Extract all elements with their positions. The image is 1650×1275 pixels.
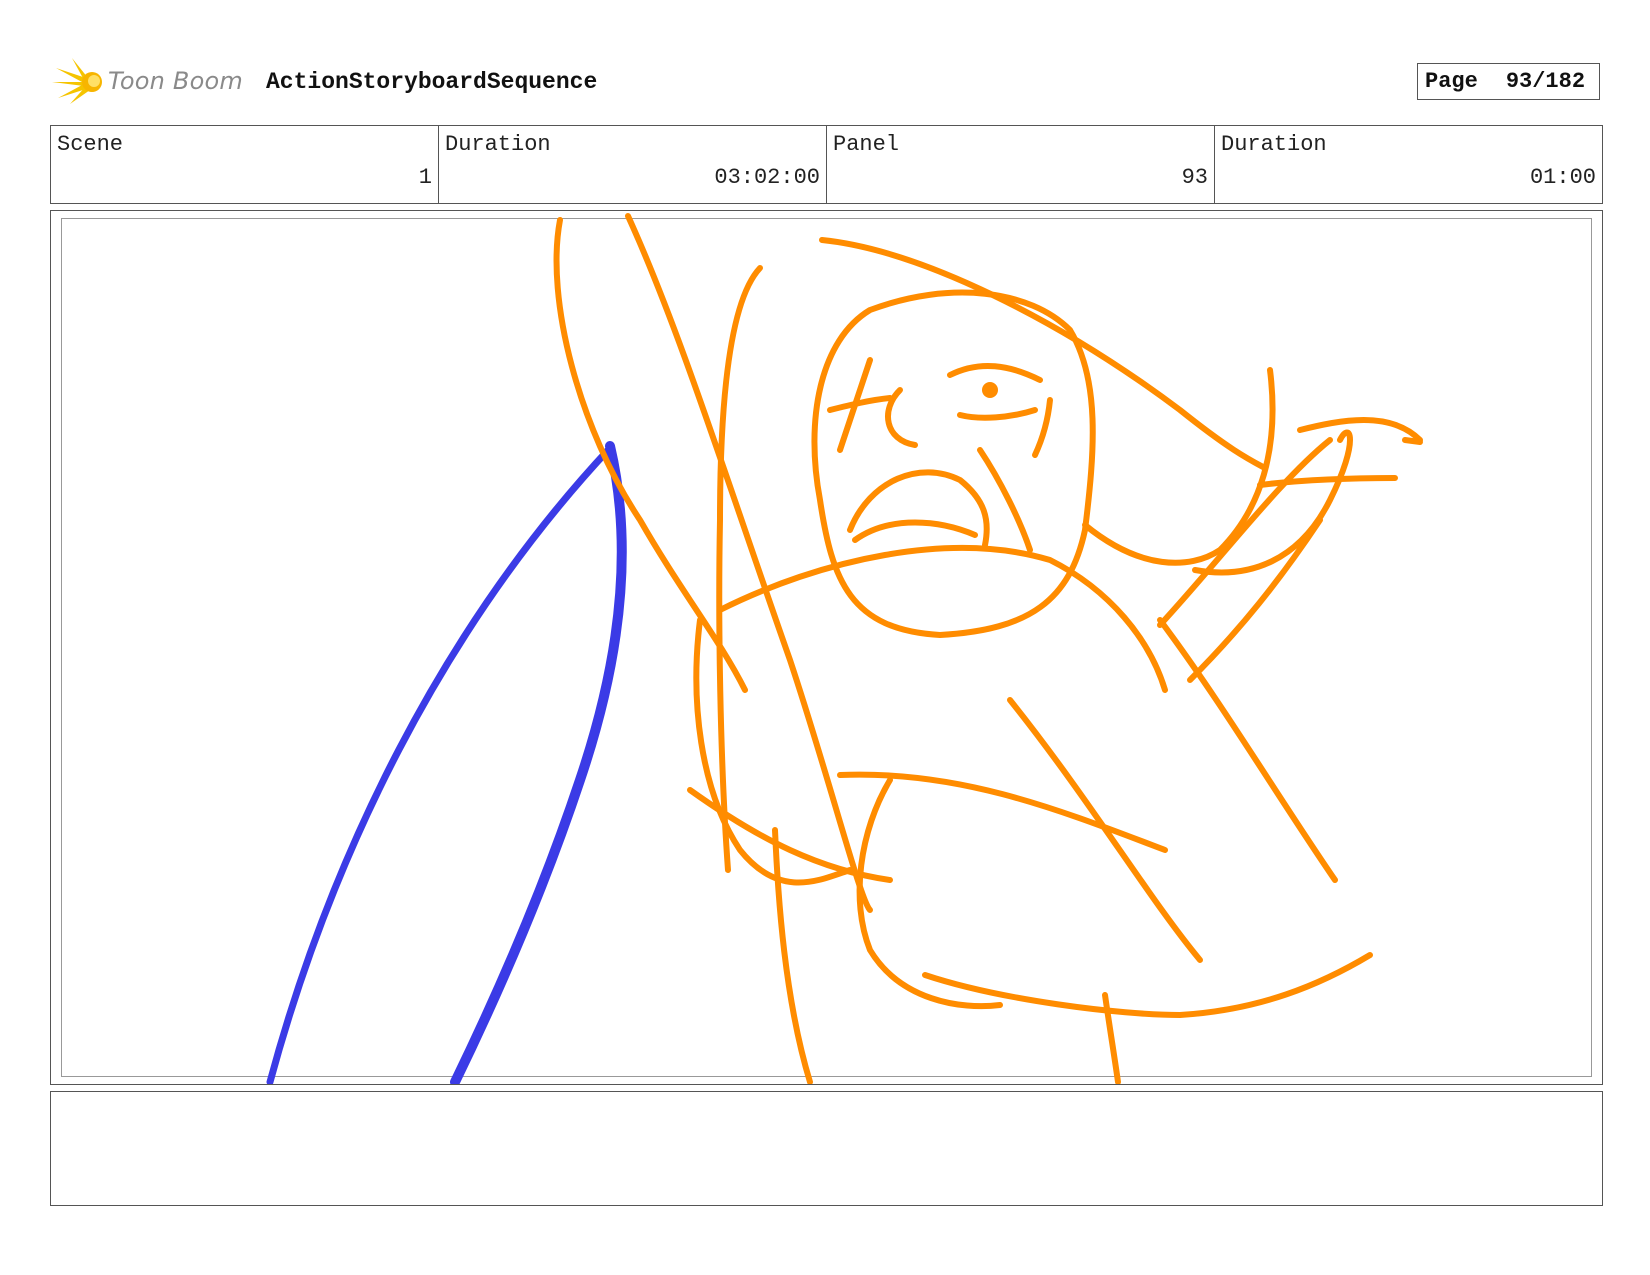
page-indicator: Page 93/182	[1417, 63, 1600, 100]
panel-label: Panel	[833, 132, 900, 157]
logo-text: Toon Boom	[108, 67, 243, 95]
scene-label: Scene	[57, 132, 124, 157]
panel-cell: Panel 93	[827, 126, 1215, 203]
scene-duration-cell: Duration 03:02:00	[439, 126, 827, 203]
scene-value: 1	[418, 165, 432, 190]
page-header: Toon Boom ActionStoryboardSequence Page …	[52, 56, 1602, 106]
panel-duration-cell: Duration 01:00	[1215, 126, 1602, 203]
panel-duration-value: 01:00	[1529, 165, 1596, 190]
page-label: Page	[1425, 69, 1478, 94]
page-number: 93/182	[1505, 69, 1586, 94]
panel-info-table: Scene 1 Duration 03:02:00 Panel 93 Durat…	[50, 125, 1603, 204]
starburst-icon	[52, 58, 102, 104]
scene-duration-label: Duration	[445, 132, 551, 157]
panel-duration-label: Duration	[1221, 132, 1327, 157]
sequence-title: ActionStoryboardSequence	[266, 69, 598, 95]
notes-box	[50, 1091, 1603, 1206]
toon-boom-logo: Toon Boom	[52, 56, 243, 106]
scene-duration-value: 03:02:00	[714, 165, 820, 190]
safe-area-frame	[61, 218, 1592, 1077]
scene-cell: Scene 1	[51, 126, 439, 203]
panel-value: 93	[1181, 165, 1208, 190]
